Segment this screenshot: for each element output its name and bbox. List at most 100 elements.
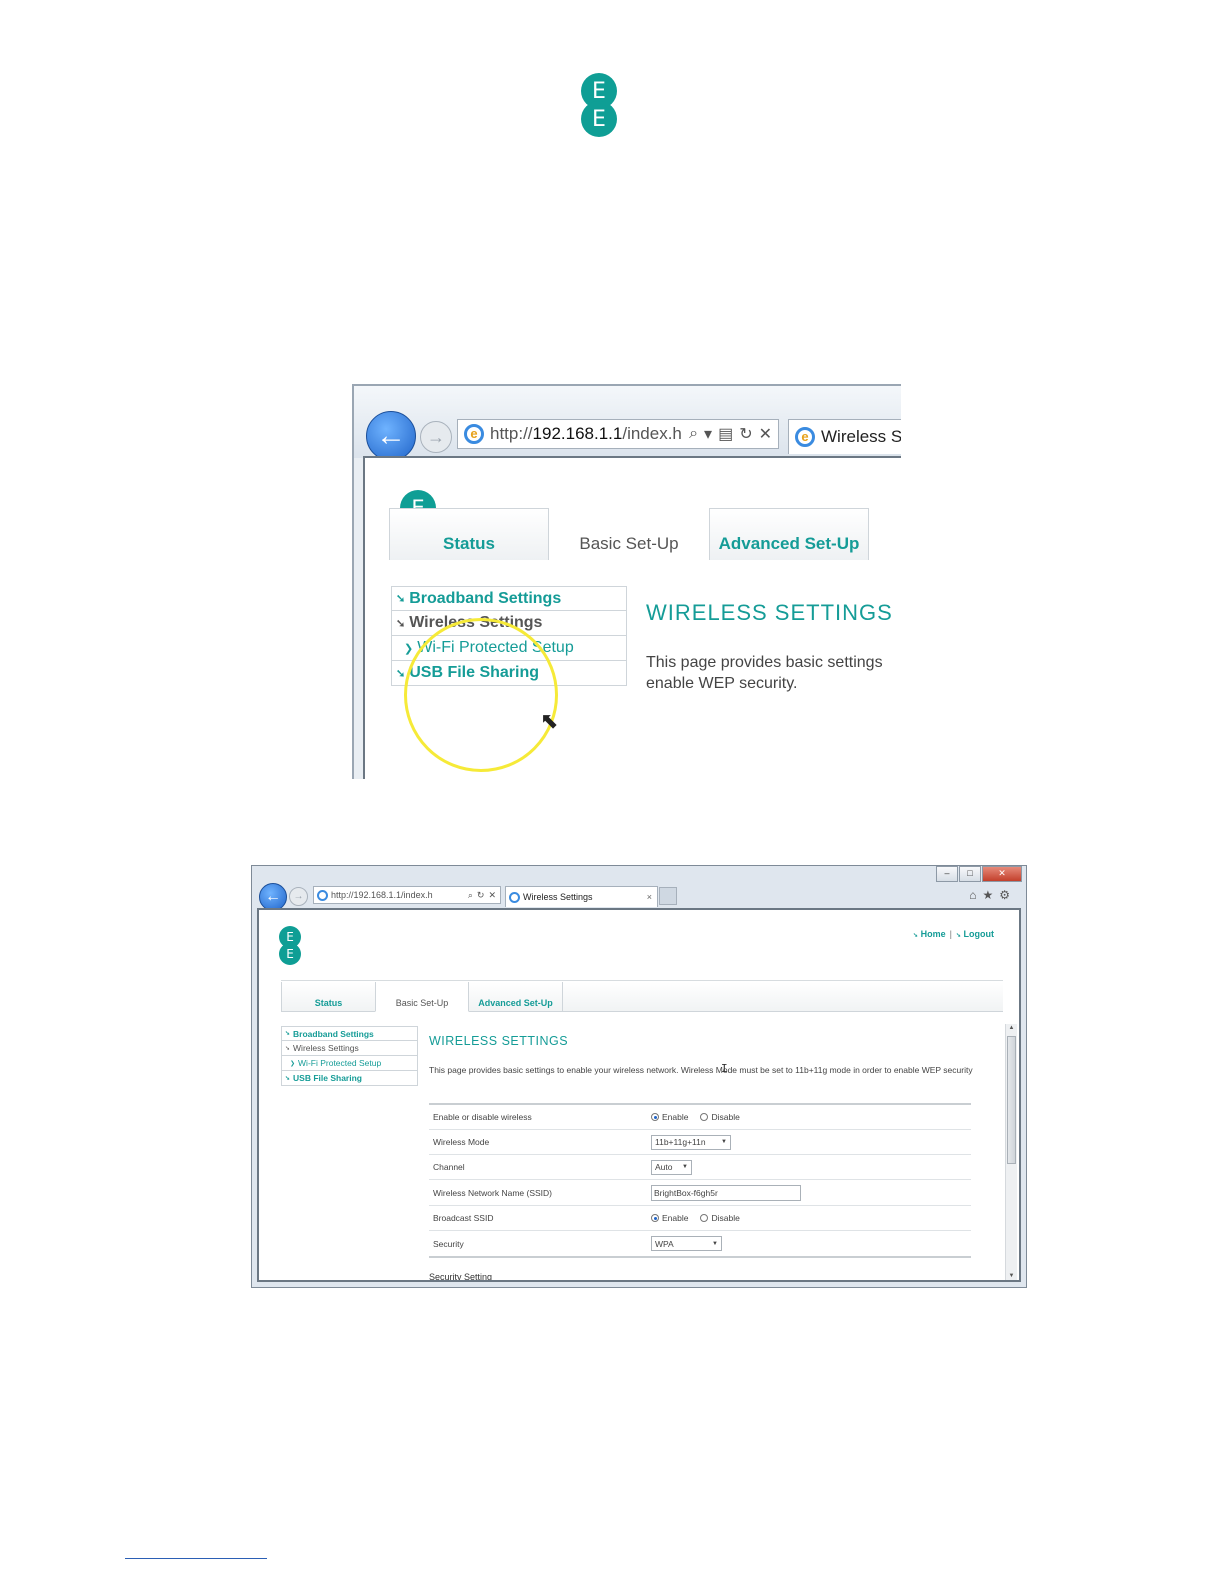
page-description: This page provides basic settings enable… [646, 654, 883, 692]
gear-icon[interactable]: ⚙ [999, 888, 1016, 902]
radio-selected-icon [651, 1214, 659, 1222]
wireless-disable-radio[interactable]: Disable [700, 1112, 740, 1122]
compat-view-icon[interactable]: ▤ [718, 424, 733, 444]
vertical-scrollbar[interactable]: ▲ ▼ [1005, 1024, 1017, 1280]
search-icon[interactable]: ⌕ [689, 425, 698, 443]
browser-tools: ⌂★⚙ [969, 888, 1016, 902]
radio-selected-icon [651, 1113, 659, 1121]
arrow-icon: ➘ [396, 667, 406, 680]
scrollbar-thumb[interactable] [1007, 1036, 1016, 1164]
address-bar[interactable]: e http://192.168.1.1/index.h ⌕ ▾ ▤ ↻ ✕ [457, 419, 779, 449]
search-icon[interactable]: ⌕ [468, 890, 473, 901]
ssid-input[interactable]: BrightBox-f6gh5r [651, 1184, 801, 1201]
minimize-icon[interactable]: – [936, 866, 958, 882]
close-icon[interactable]: ✕ [982, 866, 1022, 882]
address-bar[interactable]: http://192.168.1.1/index.h ⌕ ↻ ✕ [313, 886, 501, 904]
ie-icon: e [464, 424, 484, 444]
chevron-right-icon: ❯ [404, 642, 414, 655]
wireless-settings-form: Enable or disable wireless Enable Disabl… [429, 1103, 971, 1258]
radio-empty-icon [700, 1113, 709, 1121]
browser-tab[interactable]: Wireless Settings × [505, 886, 658, 907]
side-menu: ➘ Broadband Settings ➘ Wireless Settings ❯… [281, 1026, 418, 1086]
chevron-down-icon: ▼ [721, 1139, 727, 1145]
menu-item-broadband[interactable]: ➘ Broadband Settings [281, 1026, 418, 1041]
wireless-mode-select[interactable]: 11b+11g+11n ▼ [651, 1134, 731, 1150]
menu-item-wps[interactable]: ❯ Wi-Fi Protected Setup [281, 1056, 418, 1071]
main-tabs: Status Basic Set-Up Advanced Set-Up [281, 982, 1003, 1012]
text-cursor-icon: I [721, 1062, 728, 1075]
form-row-channel: Channel Auto ▼ [429, 1155, 971, 1180]
logout-link[interactable]: ➘ Logout [956, 929, 994, 939]
highlight-circle [404, 618, 558, 772]
divider [281, 980, 1003, 981]
back-arrow-icon[interactable]: ← [366, 411, 416, 461]
forward-arrow-icon[interactable]: → [289, 887, 308, 906]
tab-status[interactable]: Status [281, 982, 376, 1011]
form-row-broadcast: Broadcast SSID Enable Disable [429, 1206, 971, 1231]
dropdown-icon[interactable]: ▾ [704, 424, 712, 444]
page-title: WIRELESS SETTINGS [429, 1034, 569, 1048]
arrow-icon: ➘ [396, 617, 406, 630]
arrow-icon: ➘ [396, 593, 406, 605]
scroll-down-icon[interactable]: ▼ [1006, 1273, 1017, 1279]
refresh-icon[interactable]: ↻ [477, 890, 485, 901]
window-controls: – □ ✕ [935, 866, 1022, 882]
mouse-cursor-icon: ⬉ [540, 708, 559, 733]
stop-icon[interactable]: ✕ [759, 424, 772, 444]
home-link[interactable]: ➘ Home [913, 929, 946, 939]
zoomed-browser-screenshot: ← → e http://192.168.1.1/index.h ⌕ ▾ ▤ ↻… [352, 384, 901, 779]
top-links: ➘ Home | ➘ Logout [913, 929, 994, 939]
ie-icon: e [795, 427, 815, 447]
form-row-security: Security WPA ▼ [429, 1231, 971, 1256]
form-row-mode: Wireless Mode 11b+11g+11n ▼ [429, 1130, 971, 1155]
form-row-enable: Enable or disable wireless Enable Disabl… [429, 1105, 971, 1130]
tab-status[interactable]: Status [389, 508, 549, 560]
arrow-icon: ➘ [285, 1045, 291, 1052]
security-select[interactable]: WPA ▼ [651, 1236, 722, 1251]
full-browser-screenshot: – □ ✕ ← → http://192.168.1.1/index.h ⌕ ↻… [251, 865, 1027, 1288]
wireless-enable-radio[interactable]: Enable [651, 1112, 688, 1122]
maximize-icon[interactable]: □ [959, 866, 981, 882]
ie-icon [317, 889, 328, 901]
address-url[interactable]: http://192.168.1.1/index.h [490, 424, 689, 444]
home-icon[interactable]: ⌂ [969, 888, 982, 902]
ie-icon [509, 891, 520, 903]
browser-tab[interactable]: e Wireless Set [788, 419, 901, 454]
chevron-right-icon: ❯ [290, 1060, 296, 1067]
radio-empty-icon [700, 1214, 709, 1222]
main-tabs: Status Basic Set-Up Advanced Set-Up [389, 508, 869, 560]
back-arrow-icon[interactable]: ← [259, 883, 287, 911]
scroll-up-icon[interactable]: ▲ [1006, 1025, 1017, 1031]
tab-basic-setup[interactable]: Basic Set-Up [549, 508, 709, 560]
new-tab-button[interactable] [659, 887, 677, 905]
section-heading: Security Setting [429, 1272, 493, 1282]
ee-logo-letter: E [581, 101, 617, 137]
chevron-down-icon: ▼ [682, 1164, 688, 1170]
tab-advanced-setup[interactable]: Advanced Set-Up [709, 508, 869, 560]
tab-basic-setup[interactable]: Basic Set-Up [375, 982, 469, 1012]
chevron-down-icon: ▼ [712, 1240, 718, 1247]
refresh-icon[interactable]: ↻ [739, 424, 752, 444]
arrow-icon: ➘ [285, 1031, 291, 1037]
favorites-star-icon[interactable]: ★ [982, 888, 999, 902]
ee-logo: E E [279, 926, 301, 965]
forward-arrow-icon[interactable]: → [420, 421, 452, 453]
menu-item-broadband[interactable]: ➘ Broadband Settings [391, 586, 627, 611]
channel-select[interactable]: Auto ▼ [651, 1159, 692, 1175]
page-title: WIRELESS SETTINGS [646, 600, 893, 625]
broadcast-disable-radio[interactable]: Disable [700, 1213, 740, 1223]
ee-logo: E E [581, 73, 617, 137]
footnote-divider [125, 1558, 267, 1559]
menu-item-wireless[interactable]: ➘ Wireless Settings [281, 1041, 418, 1056]
arrow-icon: ➘ [285, 1075, 291, 1082]
form-row-ssid: Wireless Network Name (SSID) BrightBox-f… [429, 1180, 971, 1206]
page-description: This page provides basic settings to ena… [429, 1065, 973, 1075]
page-viewport: E E ➘ Home | ➘ Logout Status Basic Set-Up … [257, 908, 1021, 1282]
ee-logo-letter: E [279, 943, 301, 965]
tab-advanced-setup[interactable]: Advanced Set-Up [468, 982, 563, 1011]
tab-close-icon[interactable]: × [647, 892, 652, 902]
menu-item-usb[interactable]: ➘ USB File Sharing [281, 1071, 418, 1086]
address-url[interactable]: http://192.168.1.1/index.h [331, 890, 468, 900]
broadcast-enable-radio[interactable]: Enable [651, 1213, 688, 1223]
stop-icon[interactable]: ✕ [488, 890, 496, 901]
